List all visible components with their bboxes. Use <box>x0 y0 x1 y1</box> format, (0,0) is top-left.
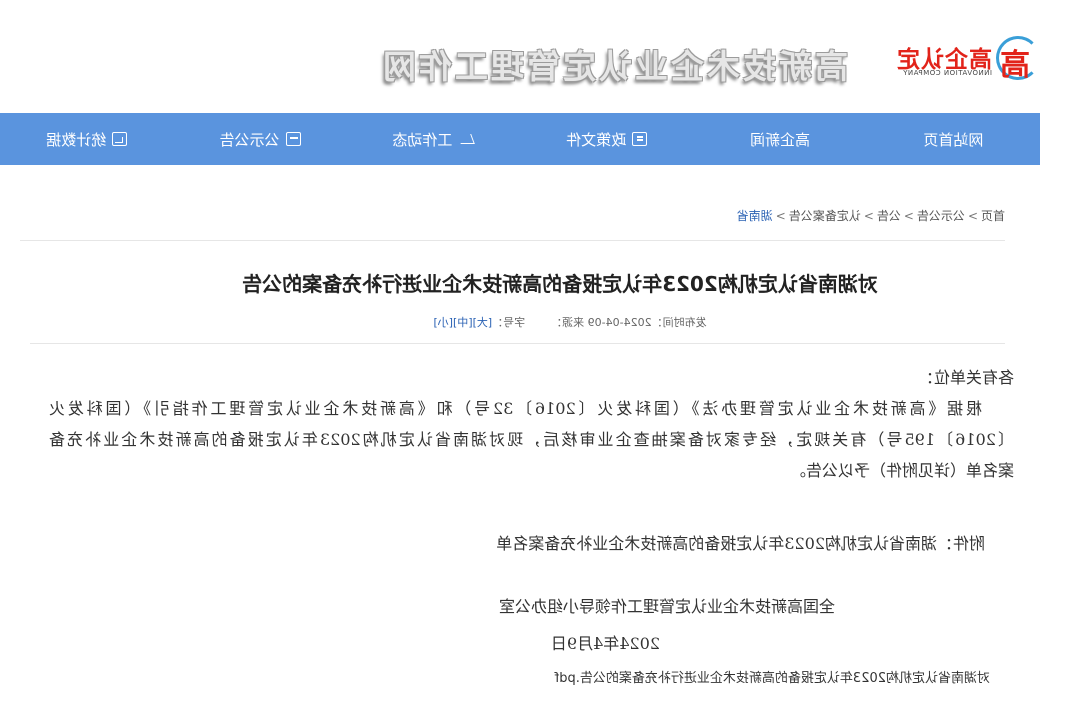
page: 高 高企认定 INNOVATION COMPANY 高新技术企业认定管理工作网 … <box>0 0 1080 702</box>
font-size-label: 字号： <box>492 316 526 329</box>
divider <box>30 343 1005 344</box>
breadcrumb-separator: > <box>967 209 978 223</box>
nav-item-announcements[interactable]: 公示公告 <box>173 113 346 165</box>
nav-item-label: 网站首页 <box>923 130 984 149</box>
publish-info: 发布时间：2024-04-09 来源： <box>551 316 707 329</box>
body-line: 根据《高新技术企业认定管理办法》（国科发火〔2016〕32号）和《高新技术企业认… <box>49 399 982 418</box>
breadcrumb-notice[interactable]: 公告 <box>877 209 901 223</box>
nav-item-label: 统计数据 <box>46 130 107 149</box>
logo-subtext: INNOVATION COMPANY <box>902 69 992 77</box>
divider <box>20 240 1005 241</box>
greeting: 各有关单位： <box>917 368 1014 387</box>
breadcrumb-filing-notice[interactable]: 认定备案公告 <box>789 209 861 223</box>
article-body: 各有关单位： 根据《高新技术企业认定管理办法》（国科发火〔2016〕32号）和《… <box>49 362 1014 486</box>
body-line: 〔2016〕195号）有关规定，经专家对备案抽查企业审核后，现对湖南省认定机构2… <box>49 430 1014 449</box>
nav-item-statistics[interactable]: 统计数据 <box>0 113 173 165</box>
breadcrumb: 首页>公示公告>公告>认定备案公告>湖南省 <box>737 207 1005 224</box>
nav-item-label: 政策文件 <box>566 130 627 149</box>
chart-icon <box>112 132 128 146</box>
breadcrumb-current[interactable]: 湖南省 <box>737 209 773 223</box>
nav-item-label: 工作动态 <box>392 130 453 149</box>
nav-item-label: 公示公告 <box>219 130 280 149</box>
article-title: 对湖南省认定机构2023年认定报备的高新技术企业进行补充备案的公告 <box>242 272 878 296</box>
font-size-medium-button[interactable]: [中] <box>453 316 473 329</box>
breadcrumb-separator: > <box>863 209 874 223</box>
signature-date: 2024年4月9日 <box>550 634 660 653</box>
nav-item-policy[interactable]: 政策文件 <box>520 113 693 165</box>
inbox-icon <box>285 132 301 146</box>
logo-mark: 高 <box>1000 48 1030 83</box>
nav-item-label: 高企新闻 <box>750 130 811 149</box>
breadcrumb-home[interactable]: 首页 <box>981 209 1005 223</box>
breadcrumb-separator: > <box>775 209 786 223</box>
font-size-large-button[interactable]: [大] <box>473 316 493 329</box>
breadcrumb-announcements[interactable]: 公示公告 <box>917 209 965 223</box>
nav-item-home[interactable]: 网站首页 <box>867 113 1040 165</box>
site-title: 高新技术企业认定管理工作网 <box>380 47 848 86</box>
document-icon <box>632 132 648 146</box>
header: 高 高企认定 INNOVATION COMPANY 高新技术企业认定管理工作网 <box>0 0 1080 113</box>
font-size-small-button[interactable]: [小] <box>433 316 453 329</box>
attachment-note: 附件：湖南省认定机构2023年认定报备的高新技术企业补充备案名单 <box>496 534 985 553</box>
paper-plane-icon <box>458 132 474 146</box>
main-nav: 网站首页 高企新闻 政策文件 工作动态 公示公告 统计数据 <box>0 113 1040 165</box>
pdf-attachment-link[interactable]: 对湖南省认定机构2023年认定报备的高新技术企业进行补充备案的公告.pdf <box>555 667 990 686</box>
nav-item-work-news[interactable]: 工作动态 <box>347 113 520 165</box>
breadcrumb-separator: > <box>903 209 914 223</box>
signature-organization: 全国高新技术企业认定管理工作领导小组办公室 <box>498 597 835 616</box>
site-logo[interactable]: 高 高企认定 INNOVATION COMPANY <box>880 34 1040 90</box>
nav-item-news[interactable]: 高企新闻 <box>693 113 866 165</box>
article-meta: 发布时间：2024-04-09 来源： 字号：[大][中][小] <box>0 314 1080 330</box>
body-line: 案名单（详见附件）予以公告。 <box>789 461 1014 480</box>
